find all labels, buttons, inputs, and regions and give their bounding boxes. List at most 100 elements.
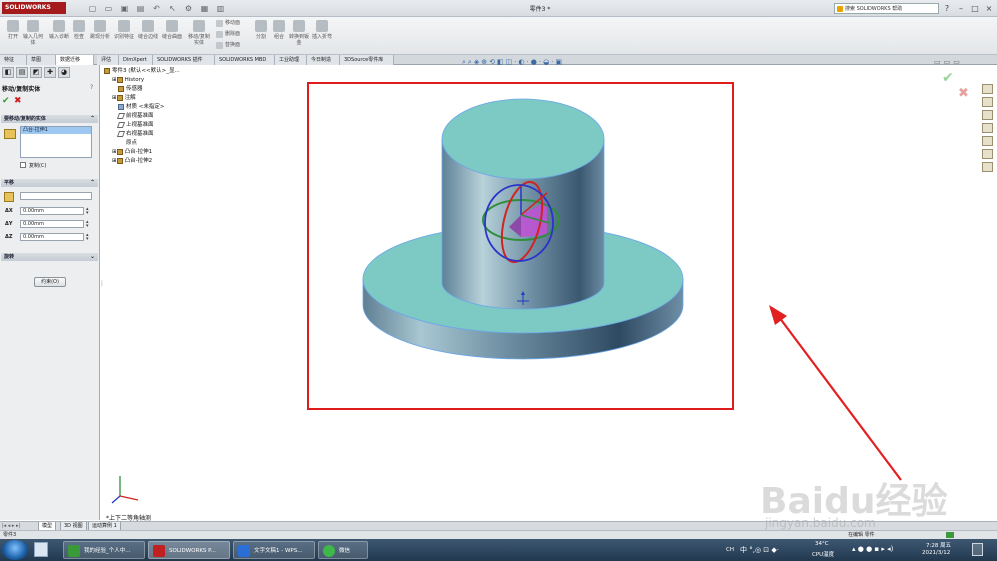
calculator-icon[interactable]: [34, 542, 48, 557]
selected-body-item[interactable]: 凸台-拉伸1: [21, 127, 91, 134]
group-translate-header[interactable]: 平移 ⌃: [1, 179, 98, 187]
appearances-icon[interactable]: [982, 136, 993, 146]
close-icon[interactable]: ×: [984, 4, 994, 14]
toolbar-button-convert-sheetmetal[interactable]: 转换到钣金: [288, 20, 310, 52]
tree-item-sensors[interactable]: 传感器: [104, 85, 254, 94]
wps-icon: [238, 545, 250, 557]
tab-industry-assistant[interactable]: 工业助理: [275, 55, 307, 65]
tree-root-item[interactable]: 零件3 (默认<<默认>_显...: [104, 67, 254, 76]
status-indicator-icon[interactable]: [946, 532, 954, 538]
start-button[interactable]: [2, 540, 28, 560]
help-search-input[interactable]: 搜索 SOLIDWORKS 帮助: [834, 3, 939, 14]
select-icon[interactable]: ↖: [168, 4, 177, 13]
pm-help-icon[interactable]: ?: [90, 84, 93, 91]
tree-item-boss-extrude2[interactable]: ⊞ 凸台-拉伸2: [104, 157, 254, 166]
restore-icon[interactable]: □: [970, 4, 980, 14]
tree-item-front-plane[interactable]: 前视基准面: [104, 112, 254, 121]
toolbar-button-stitch-edge[interactable]: 缝合边线: [137, 20, 159, 52]
tree-item-label: 凸台-拉伸2: [124, 158, 153, 164]
tree-item-origin[interactable]: 原点: [104, 139, 254, 148]
tree-item-boss-extrude1[interactable]: ⊞ 凸台-拉伸1: [104, 148, 254, 157]
tab-evaluate[interactable]: 评估: [97, 55, 119, 65]
show-desktop-button[interactable]: [972, 543, 983, 556]
toolbar-delete-face[interactable]: 删除面: [216, 30, 240, 39]
dimxpert-manager-tab-icon[interactable]: ✚: [44, 67, 56, 78]
toolbar-button-check[interactable]: 检查: [68, 20, 90, 52]
toolbar-button-combine[interactable]: 组合: [268, 20, 290, 52]
tree-item-top-plane[interactable]: 上视基准面: [104, 121, 254, 130]
toolbar-move-face[interactable]: 移动面: [216, 19, 240, 28]
tree-item-right-plane[interactable]: 右视基准面: [104, 130, 254, 139]
dz-field[interactable]: 0.00mm: [20, 233, 84, 241]
open-file-icon[interactable]: ▭: [104, 4, 113, 13]
tab-sketch[interactable]: 草图: [27, 55, 56, 65]
design-library-icon[interactable]: [982, 97, 993, 107]
cross-icon[interactable]: ✖: [14, 96, 22, 106]
rebuild-icon[interactable]: ⚙: [184, 4, 193, 13]
toolbar-button-open[interactable]: 打开: [2, 20, 24, 52]
file-props-icon[interactable]: ▦: [200, 4, 209, 13]
toolbar-button-knit-surface[interactable]: 缝合曲面: [161, 20, 183, 52]
configuration-manager-tab-icon[interactable]: ◩: [30, 67, 42, 78]
group-bodies-header[interactable]: 要移动/复制的实体 ⌃: [1, 115, 98, 123]
bodies-selection-list[interactable]: 凸台-拉伸1: [20, 126, 92, 158]
checkmark-icon[interactable]: ✔: [2, 96, 10, 106]
help-icon[interactable]: ?: [942, 4, 952, 14]
tab-data-migration[interactable]: 数据迁移: [56, 55, 94, 65]
new-doc-icon[interactable]: ▢: [88, 4, 97, 13]
document-title: 零件3 *: [529, 6, 551, 13]
feature-tree: 零件3 (默认<<默认>_显... ⊞ History 传感器 ⊞ 注解 材质 <未…: [104, 67, 254, 166]
sw-resources-icon[interactable]: [982, 84, 993, 94]
tree-item-history[interactable]: ⊞ History: [104, 76, 254, 85]
feature-manager-tab-icon[interactable]: ◧: [2, 67, 14, 78]
translate-reference-field[interactable]: [20, 192, 92, 200]
tray-app-icons[interactable]: ▴ ● ● ▪ ▸ ◂): [852, 545, 893, 553]
print-icon[interactable]: ▤: [136, 4, 145, 13]
forum-icon[interactable]: [982, 162, 993, 172]
taskbar-item-browser[interactable]: 我的经验_个人中...: [63, 541, 145, 559]
constraints-button[interactable]: 约束(O): [34, 277, 66, 287]
taskbar-item-wps[interactable]: 文字文稿1 - WPS...: [233, 541, 315, 559]
display-manager-tab-icon[interactable]: ◕: [58, 67, 70, 78]
toolbar-button-import-diagnostics[interactable]: 输入诊断: [48, 20, 70, 52]
confirm-ok-icon[interactable]: ✔: [942, 70, 954, 86]
tray-icons[interactable]: 中 °,◎ ⊡ ◆·: [740, 545, 779, 555]
tab-today-manufacturing[interactable]: 今日制造: [307, 55, 340, 65]
toolbar-button-insert-bend[interactable]: 插入折弯: [311, 20, 333, 52]
tab-scroll-arrows[interactable]: |◂ ◂ ▸ ▸|: [2, 523, 20, 529]
minimize-icon[interactable]: –: [956, 4, 966, 14]
toolbar-button-import-geometry[interactable]: 输入几何体: [22, 20, 44, 52]
convert-sheetmetal-icon: [293, 20, 305, 32]
dx-spinner[interactable]: ▴ ▾: [86, 207, 92, 216]
dy-spinner[interactable]: ▴ ▾: [86, 220, 92, 229]
tab-solidworks-mbd[interactable]: SOLIDWORKS MBD: [215, 55, 275, 65]
check-icon: [73, 20, 85, 32]
dy-field[interactable]: 0.00mm: [20, 220, 84, 228]
ime-indicator[interactable]: CH: [726, 547, 734, 553]
solidworks-logo[interactable]: SOLIDWORKS: [2, 2, 66, 14]
undo-icon[interactable]: ↶: [152, 4, 161, 13]
confirm-cancel-icon[interactable]: ✖: [958, 86, 969, 101]
taskbar-item-solidworks[interactable]: SOLIDWORKS P...: [148, 541, 230, 559]
tab-solidworks-addins[interactable]: SOLIDWORKS 插件: [153, 55, 215, 65]
toolbar-replace-face[interactable]: 替换面: [216, 41, 240, 50]
file-explorer-icon[interactable]: [982, 110, 993, 120]
copy-checkbox[interactable]: [20, 162, 26, 168]
taskbar-item-wechat[interactable]: 微信: [318, 541, 368, 559]
tab-features[interactable]: 特征: [0, 55, 27, 65]
dz-spinner[interactable]: ▴ ▾: [86, 233, 92, 242]
property-manager-tab-icon[interactable]: ▤: [16, 67, 28, 78]
save-icon[interactable]: ▣: [120, 4, 129, 13]
tree-item-material[interactable]: 材质 <未指定>: [104, 103, 254, 112]
view-palette-icon[interactable]: [982, 123, 993, 133]
tab-3dsource[interactable]: 3DSource零件库: [340, 55, 394, 65]
tab-dimxpert[interactable]: DimXpert: [119, 55, 153, 65]
custom-properties-icon[interactable]: [982, 149, 993, 159]
toolbar-button-analysis[interactable]: 跳现分析: [89, 20, 111, 52]
dx-field[interactable]: 0.00mm: [20, 207, 84, 215]
options-icon[interactable]: ▥: [216, 4, 225, 13]
group-rotate-header[interactable]: 旋转 ⌄: [1, 253, 98, 261]
tree-item-annotations[interactable]: ⊞ 注解: [104, 94, 254, 103]
toolbar-button-feature-recognition[interactable]: 识别特征: [113, 20, 135, 52]
toolbar-button-move-copy[interactable]: 移动/复制实体: [186, 20, 212, 52]
